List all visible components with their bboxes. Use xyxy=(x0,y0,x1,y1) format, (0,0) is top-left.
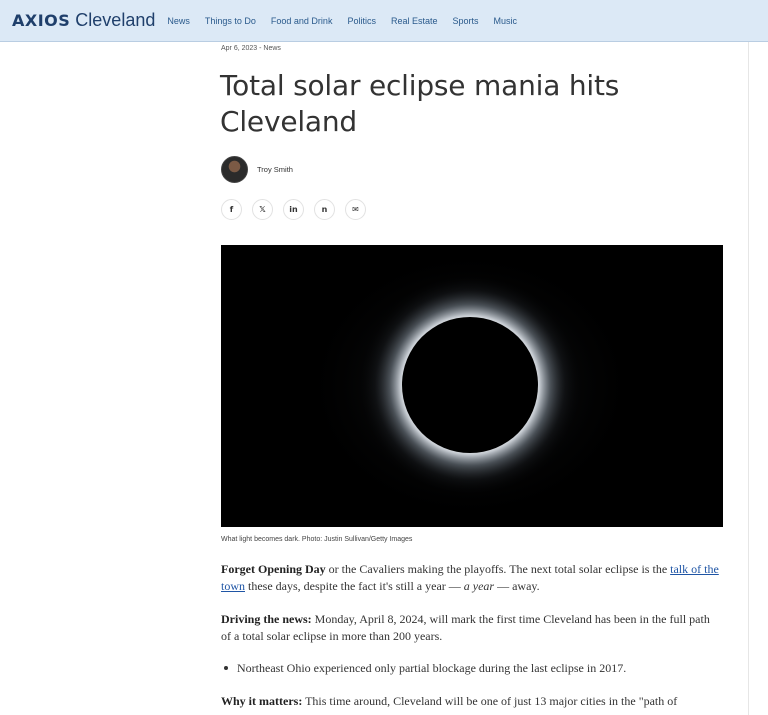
intro-italic: a year xyxy=(463,579,495,593)
lead-driving-news: Driving the news: xyxy=(221,612,312,626)
list-item: Northeast Ohio experienced only partial … xyxy=(221,660,721,677)
brand-city: Cleveland xyxy=(75,10,156,30)
lead-why-it-matters: Why it matters: xyxy=(221,694,303,708)
byline: Troy Smith xyxy=(221,156,293,183)
intro-text-1: or the Cavaliers making the playoffs. Th… xyxy=(325,562,671,576)
intro-text-2: these days, despite the fact it's still … xyxy=(245,579,464,593)
lead-forget-opening-day: Forget Opening Day xyxy=(221,562,326,576)
content-divider xyxy=(748,42,749,715)
brand-logo-text: AXIOS xyxy=(12,11,71,30)
nav-real-estate[interactable]: Real Estate xyxy=(391,16,438,26)
why-it-matters-text: This time around, Cleveland will be one … xyxy=(302,694,678,708)
bullet-icon xyxy=(224,666,228,671)
email-icon[interactable]: ✉ xyxy=(345,199,366,220)
nav-sports[interactable]: Sports xyxy=(453,16,479,26)
nav-things-to-do[interactable]: Things to Do xyxy=(205,16,256,26)
eclipse-image xyxy=(221,245,723,527)
author-name[interactable]: Troy Smith xyxy=(257,165,293,174)
site-logo[interactable]: AXIOS Cleveland xyxy=(12,10,155,31)
author-avatar[interactable] xyxy=(221,156,248,183)
intro-text-3: — away. xyxy=(494,579,540,593)
nav-food-and-drink[interactable]: Food and Drink xyxy=(271,16,333,26)
newsletter-icon[interactable]: n xyxy=(314,199,335,220)
bullet-text: Northeast Ohio experienced only partial … xyxy=(237,661,627,675)
x-icon[interactable]: 𝕏 xyxy=(252,199,273,220)
article-title: Total solar eclipse mania hits Cleveland xyxy=(220,69,620,138)
linkedin-icon[interactable]: in xyxy=(283,199,304,220)
facebook-icon[interactable]: f xyxy=(221,199,242,220)
paragraph-intro: Forget Opening Day or the Cavaliers maki… xyxy=(221,561,721,595)
site-header: AXIOS Cleveland News Things to Do Food a… xyxy=(0,0,768,42)
article-meta: Apr 6, 2023 - News xyxy=(221,45,281,52)
eclipse-photo xyxy=(221,245,723,527)
share-bar: f 𝕏 in n ✉ xyxy=(221,199,376,220)
moon-disk xyxy=(402,317,538,453)
main-nav: News Things to Do Food and Drink Politic… xyxy=(167,16,532,26)
photo-caption: What light becomes dark. Photo: Justin S… xyxy=(221,536,413,543)
nav-news[interactable]: News xyxy=(167,16,190,26)
paragraph-why-it-matters: Why it matters: This time around, Clevel… xyxy=(221,693,721,710)
nav-politics[interactable]: Politics xyxy=(347,16,376,26)
paragraph-driving-news: Driving the news: Monday, April 8, 2024,… xyxy=(221,611,721,645)
nav-music[interactable]: Music xyxy=(494,16,518,26)
